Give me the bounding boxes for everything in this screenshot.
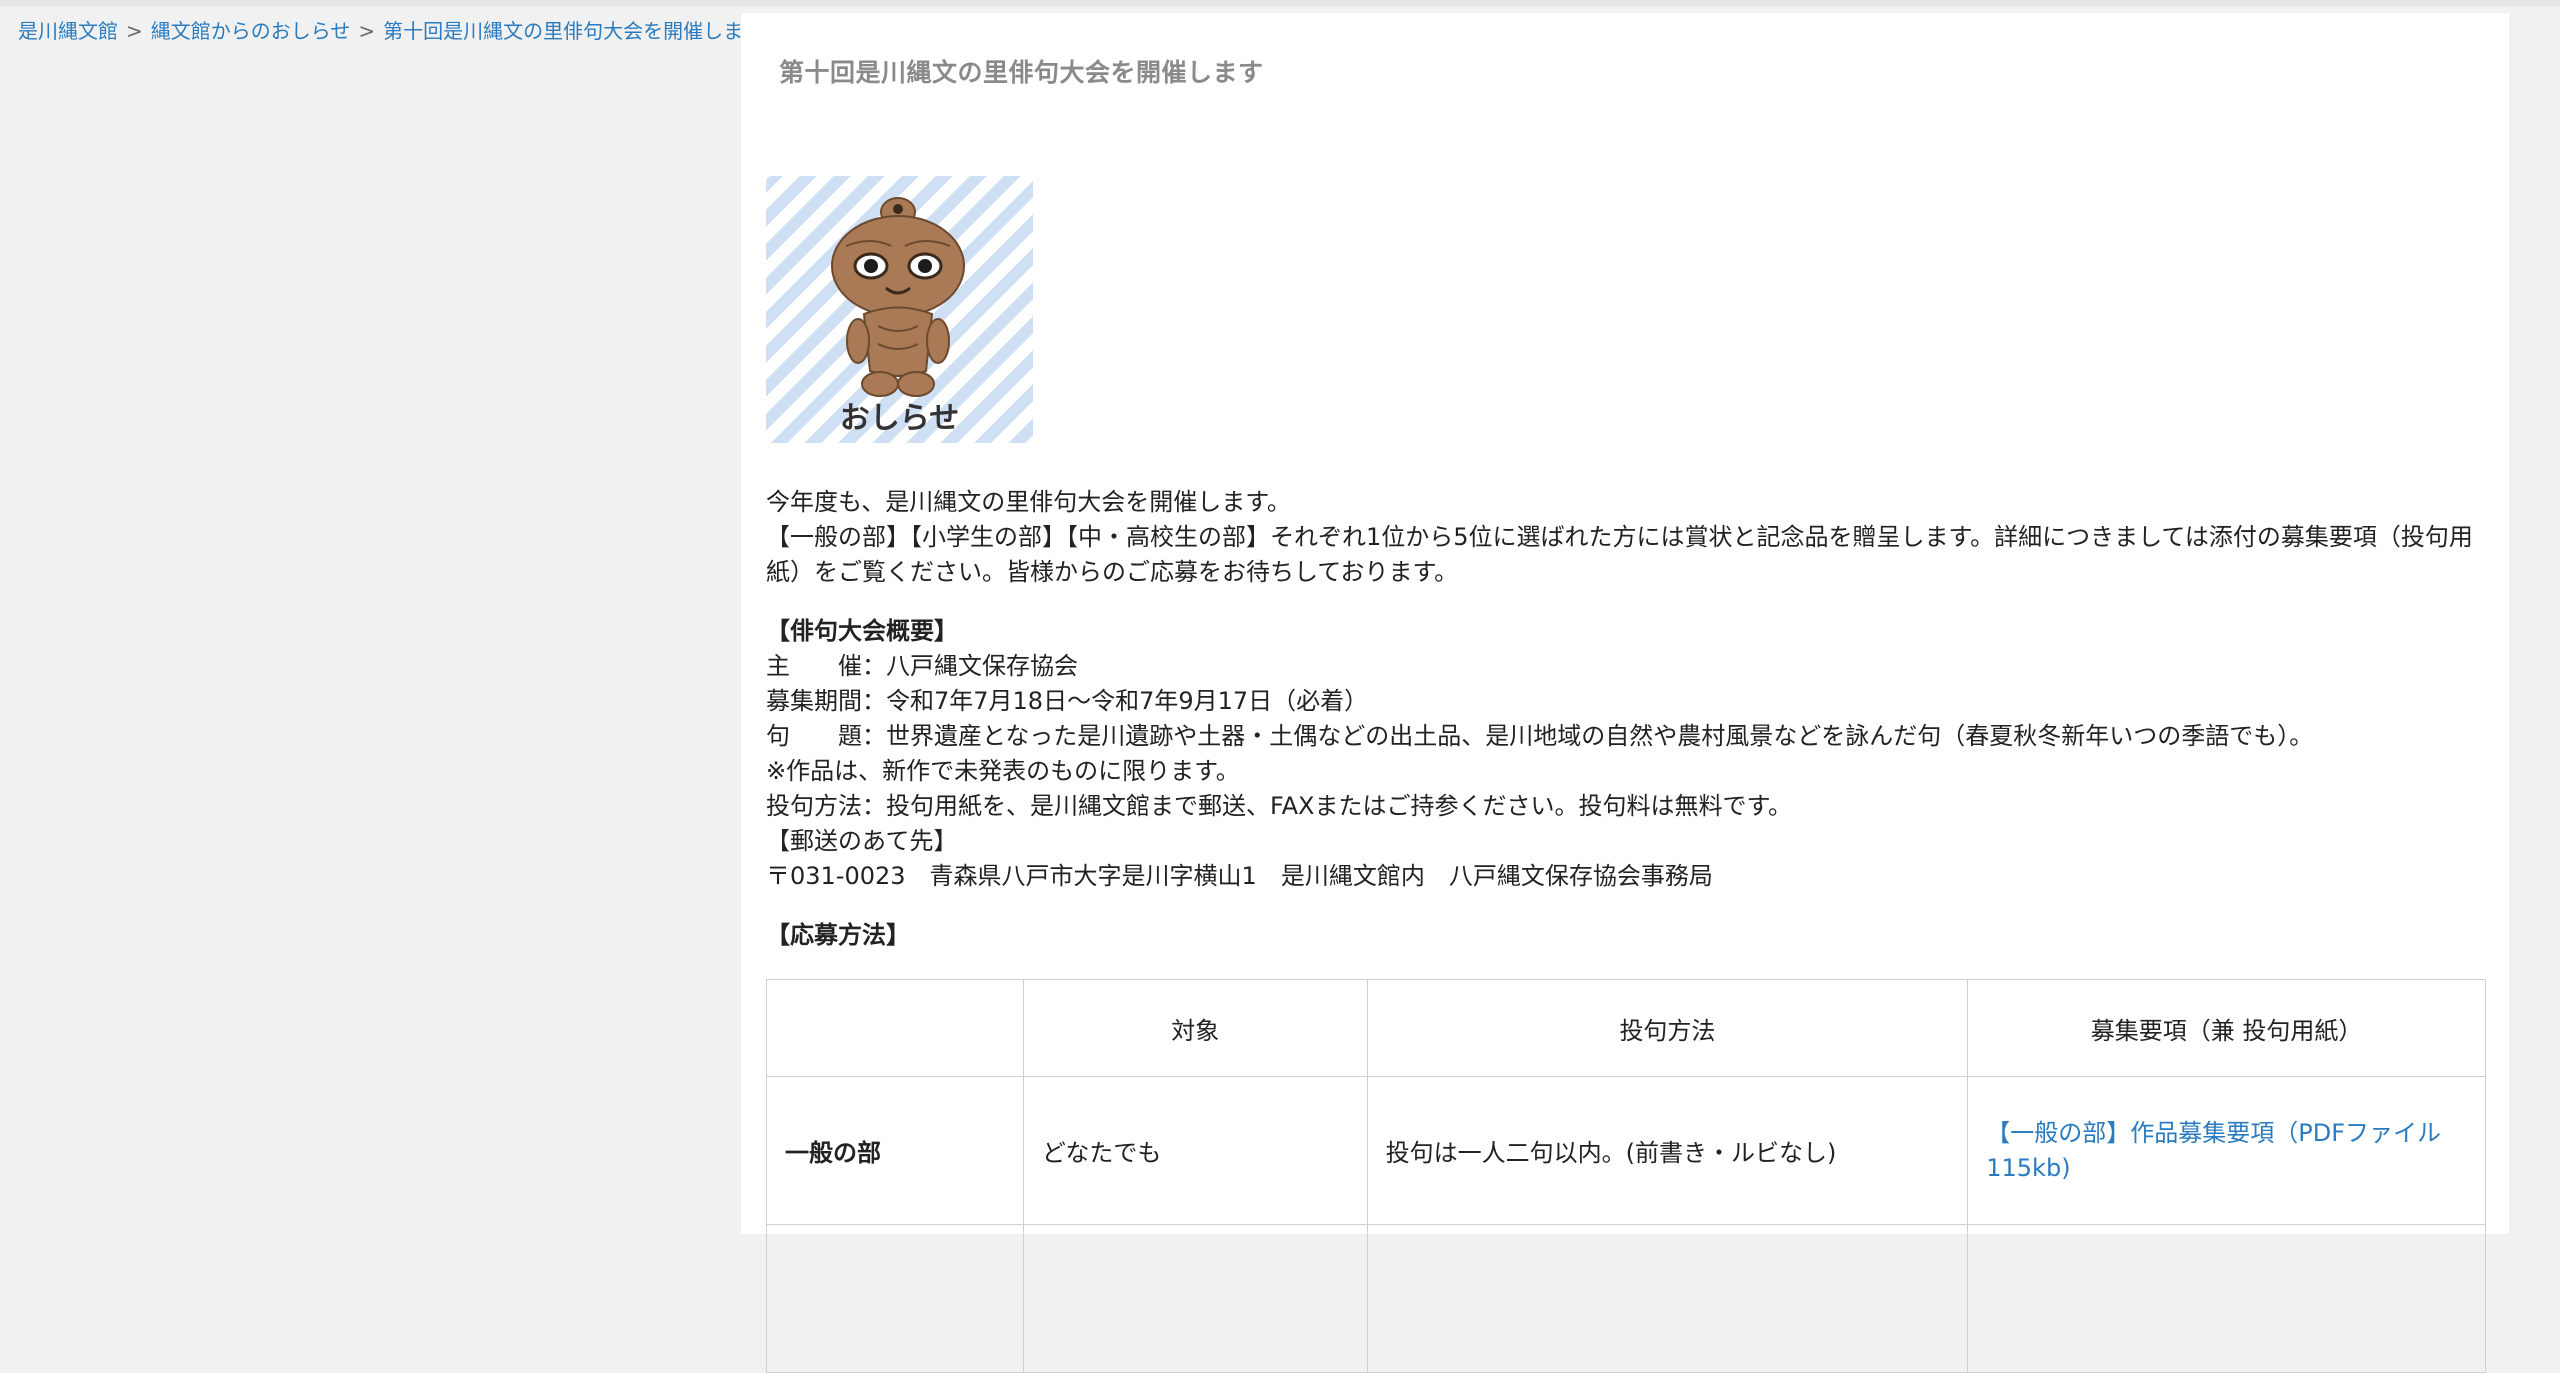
apply-table: 対象 投句方法 募集要項（兼 投句用紙） 一般の部 どなたでも 投句は一人二句以… xyxy=(766,979,2486,1373)
table-header-cell: 募集要項（兼 投句用紙） xyxy=(1967,979,2486,1077)
apply-heading: 【応募方法】 xyxy=(766,921,910,949)
summary-period: 募集期間：令和7年7月18日～令和7年9月17日（必着） xyxy=(766,687,1369,715)
table-row: 一般の部 どなたでも 投句は一人二句以内。(前書き・ルビなし) 【一般の部】作品… xyxy=(766,1076,2486,1225)
table-cell xyxy=(766,1224,1024,1373)
article-body: 今年度も、是川縄文の里俳句大会を開催します。 【一般の部】【小学生の部】【中・高… xyxy=(766,485,2486,953)
page-title: 第十回是川縄文の里俳句大会を開催します xyxy=(779,58,1264,87)
summary-method: 投句方法：投句用紙を、是川縄文館まで郵送、FAXまたはご持参ください。投句料は無… xyxy=(766,792,1793,820)
intro-line: 今年度も、是川縄文の里俳句大会を開催します。 xyxy=(766,488,1291,516)
breadcrumb-separator: > xyxy=(358,19,376,43)
table-header-row: 対象 投句方法 募集要項（兼 投句用紙） xyxy=(766,979,2486,1077)
table-row xyxy=(766,1224,2486,1373)
breadcrumb-link-news[interactable]: 縄文館からのおしらせ xyxy=(151,19,351,43)
table-cell-link: 【一般の部】作品募集要項（PDFファイル115kb) xyxy=(1967,1076,2486,1225)
table-cell xyxy=(1967,1224,2486,1373)
summary-note: ※作品は、新作で未発表のものに限ります。 xyxy=(766,757,1240,785)
table-cell-method: 投句は一人二句以内。(前書き・ルビなし) xyxy=(1366,1076,1969,1225)
pdf-download-link[interactable]: 【一般の部】作品募集要項（PDFファイル115kb) xyxy=(1986,1119,2441,1182)
notice-image: おしらせ xyxy=(766,176,1033,443)
intro-line: 【一般の部】【小学生の部】【中・高校生の部】それぞれ1位から5位に選ばれた方には… xyxy=(766,523,2473,586)
summary-address: 〒031-0023 青森県八戸市大字是川字横山1 是川縄文館内 八戸縄文保存協会… xyxy=(766,862,1713,890)
summary-heading: 【俳句大会概要】 xyxy=(766,617,958,645)
breadcrumb-separator: > xyxy=(126,19,143,43)
main-content: 第十回是川縄文の里俳句大会を開催します おしらせ 今年度も、是川縄文の里俳句大会… xyxy=(741,13,2509,1373)
breadcrumb-link-home[interactable]: 是川縄文館 xyxy=(18,19,118,43)
table-header-cell: 対象 xyxy=(1022,979,1368,1077)
summary-theme: 句 題：世界遺産となった是川遺跡や土器・土偶などの出土品、是川地域の自然や農村風… xyxy=(766,722,2314,750)
notice-label: おしらせ xyxy=(839,401,960,436)
breadcrumb: 是川縄文館 > 縄文館からのおしらせ > 第十回是川縄文の里俳句大会を開催します xyxy=(18,18,763,44)
summary-mail-heading: 【郵送のあて先】 xyxy=(766,827,958,855)
breadcrumb-link-current[interactable]: 第十回是川縄文の里俳句大会を開催します xyxy=(383,19,763,43)
table-cell xyxy=(1022,1224,1368,1373)
table-cell-category: 一般の部 xyxy=(766,1076,1024,1225)
top-divider xyxy=(0,0,2560,6)
summary-organizer: 主 催：八戸縄文保存協会 xyxy=(766,652,1078,680)
table-cell xyxy=(1366,1224,1969,1373)
intro-paragraph: 今年度も、是川縄文の里俳句大会を開催します。 【一般の部】【小学生の部】【中・高… xyxy=(766,485,2486,590)
summary-section: 【俳句大会概要】 主 催：八戸縄文保存協会 募集期間：令和7年7月18日～令和7… xyxy=(766,614,2486,894)
table-header-cell xyxy=(766,979,1024,1077)
table-cell-target: どなたでも xyxy=(1022,1076,1368,1225)
table-header-cell: 投句方法 xyxy=(1366,979,1969,1077)
